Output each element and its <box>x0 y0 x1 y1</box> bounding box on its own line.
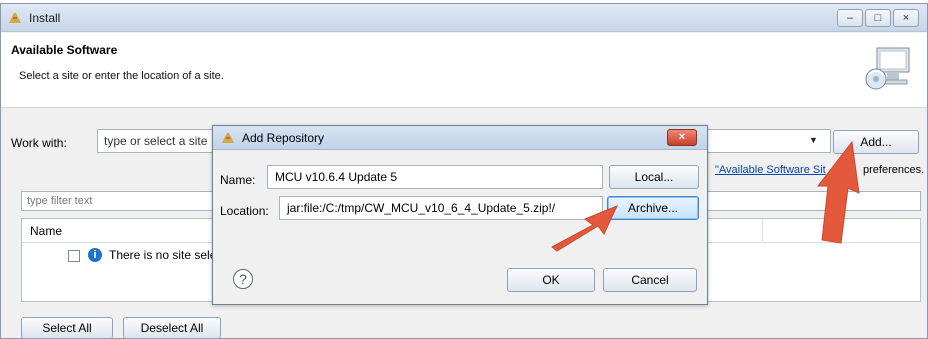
repository-icon <box>222 133 234 143</box>
name-input[interactable]: MCU v10.6.4 Update 5 <box>267 165 603 189</box>
install-icon <box>9 13 21 23</box>
add-button[interactable]: Add... <box>833 130 919 154</box>
column-divider <box>762 219 763 243</box>
column-name-header: Name <box>30 224 63 238</box>
add-repository-dialog: Add Repository × Name: MCU v10.6.4 Updat… <box>212 125 708 305</box>
maximize-button[interactable]: □ <box>865 9 891 27</box>
deselect-all-button[interactable]: Deselect All <box>123 317 221 339</box>
dialog-title: Add Repository <box>242 131 325 145</box>
name-label: Name: <box>220 173 256 187</box>
location-label: Location: <box>220 204 269 218</box>
archive-button[interactable]: Archive... <box>607 196 699 220</box>
monitor-icon <box>865 47 910 90</box>
work-with-placeholder: type or select a site <box>104 134 208 148</box>
info-icon: i <box>88 248 102 262</box>
dialog-titlebar: Add Repository × <box>213 126 707 150</box>
available-software-sites-link[interactable]: "Available Software Sit <box>715 164 826 176</box>
close-window-button[interactable]: × <box>893 9 919 27</box>
cancel-button[interactable]: Cancel <box>603 268 697 292</box>
help-icon[interactable]: ? <box>233 269 253 289</box>
window-title: Install <box>29 11 61 25</box>
header-area: Available Software Select a site or ente… <box>1 33 927 108</box>
window-titlebar: Install – □ × <box>1 4 927 32</box>
chevron-down-icon[interactable]: ▼ <box>809 135 818 145</box>
ok-button[interactable]: OK <box>507 268 595 292</box>
name-value: MCU v10.6.4 Update 5 <box>275 170 398 184</box>
row-checkbox[interactable] <box>68 250 80 262</box>
preferences-text: preferences. <box>863 164 925 176</box>
page-subtitle: Select a site or enter the location of a… <box>19 70 224 82</box>
location-value: jar:file:/C:/tmp/CW_MCU_v10_6_4_Update_5… <box>287 201 556 215</box>
select-all-button[interactable]: Select All <box>21 317 113 339</box>
dialog-close-button[interactable]: × <box>667 129 697 146</box>
page-title: Available Software <box>11 43 118 57</box>
minimize-button[interactable]: – <box>837 9 863 27</box>
work-with-label: Work with: <box>11 136 67 150</box>
filter-placeholder: type filter text <box>27 195 93 207</box>
local-button[interactable]: Local... <box>609 165 699 189</box>
location-input[interactable]: jar:file:/C:/tmp/CW_MCU_v10_6_4_Update_5… <box>279 196 603 220</box>
